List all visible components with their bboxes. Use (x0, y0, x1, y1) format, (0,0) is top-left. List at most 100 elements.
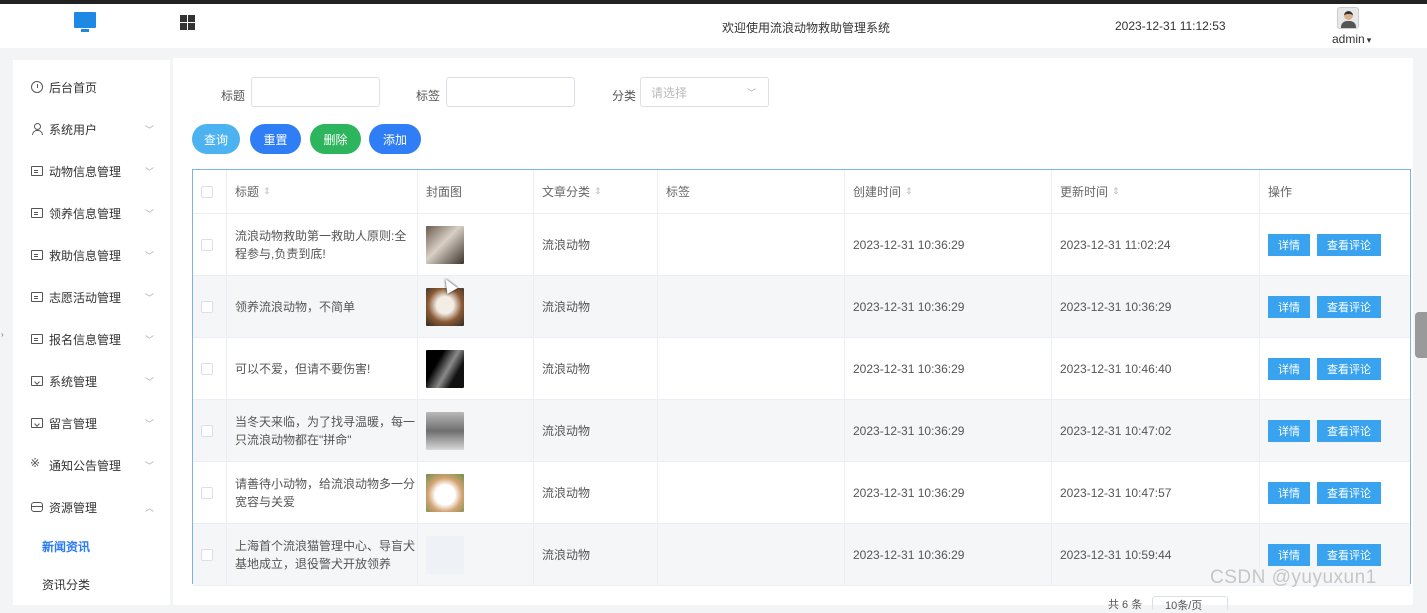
sidebar-item[interactable]: 系统用户 ﹀ (13, 108, 170, 150)
table-cell: 上海首个流浪猫管理中心、导盲犬基地成立，退役警犬开放领养 (227, 524, 418, 585)
tag-filter-input[interactable] (446, 77, 575, 107)
detail-button[interactable]: 详情 (1268, 419, 1310, 442)
user-menu[interactable]: admin ▾ (1332, 32, 1371, 46)
view-comments-button[interactable]: 查看评论 (1317, 295, 1381, 318)
cover-image (426, 225, 464, 264)
table-row[interactable]: 领养流浪动物，不简单 流浪动物 2023-12-31 10:36:29 2023-12… (193, 276, 1410, 338)
article-category: 流浪动物 (542, 548, 591, 562)
created-time: 2023-12-31 10:36:29 (853, 423, 965, 438)
collapse-arrow-icon[interactable]: › (1, 330, 4, 339)
query-button[interactable]: 查询 (192, 124, 240, 154)
sidebar-item[interactable]: 资源管理 ︿ (13, 486, 170, 528)
updated-time: 2023-12-31 10:46:40 (1060, 361, 1172, 376)
cover-image (426, 535, 464, 574)
view-comments-button[interactable]: 查看评论 (1317, 233, 1381, 256)
row-checkbox[interactable] (201, 548, 213, 561)
detail-button[interactable]: 详情 (1268, 481, 1310, 504)
title-filter-input[interactable] (251, 77, 380, 107)
table-cell (658, 338, 845, 399)
card-icon (31, 250, 43, 260)
view-comments-button[interactable]: 查看评论 (1317, 543, 1381, 566)
top-bar: 欢迎使用流浪动物救助管理系统 2023-12-31 11:12:53 admin… (0, 0, 1427, 48)
table-row[interactable]: 流浪动物救助第一救助人原则:全程参与,负责到底! 流浪动物 2023-12-31 1… (193, 214, 1410, 276)
select-all-checkbox[interactable] (201, 185, 213, 198)
table-row[interactable]: 当冬天来临，为了找寻温暖，每一只流浪动物都在"拼命" 流浪动物 2023-12-31… (193, 400, 1410, 462)
article-title: 上海首个流浪猫管理中心、导盲犬基地成立，退役警犬开放领养 (235, 538, 416, 571)
cover-image (426, 349, 464, 388)
view-comments-button[interactable]: 查看评论 (1317, 419, 1381, 442)
sidebar-item[interactable]: 留言管理 ﹀ (13, 402, 170, 444)
card-icon (31, 334, 43, 344)
sun-icon (30, 456, 43, 471)
created-time: 2023-12-31 10:36:29 (853, 361, 965, 376)
row-checkbox[interactable] (201, 300, 213, 313)
monitor-icon[interactable] (74, 12, 96, 32)
watermark: CSDN @yuyuxun1 (1210, 567, 1377, 588)
sidebar-item[interactable]: 报名信息管理 ﹀ (13, 318, 170, 360)
chevron-down-icon: ﹀ (144, 166, 154, 177)
table-cell: 请善待小动物，给流浪动物多一分宽容与关爱 (227, 462, 418, 523)
header-cell[interactable]: 标题 ⇕ (227, 170, 418, 213)
header-cell[interactable] (193, 170, 227, 213)
table-cell: 详情 查看评论 (1260, 214, 1410, 275)
sidebar-item[interactable]: 领养信息管理 ﹀ (13, 192, 170, 234)
delete-button[interactable]: 删除 (310, 124, 361, 154)
header-cell[interactable]: 文章分类 ⇕ (534, 170, 658, 213)
detail-button[interactable]: 详情 (1268, 543, 1310, 566)
sidebar-item[interactable]: 志愿活动管理 ﹀ (13, 276, 170, 318)
sidebar-item[interactable]: 通知公告管理 ﹀ (13, 444, 170, 486)
table-cell: 详情 查看评论 (1260, 400, 1410, 461)
category-filter-label: 分类 (612, 89, 637, 103)
row-checkbox[interactable] (201, 238, 213, 251)
page-size-select[interactable]: 10条/页 (1152, 596, 1228, 612)
table-cell: 流浪动物 (534, 214, 658, 275)
view-comments-button[interactable]: 查看评论 (1317, 357, 1381, 380)
sidebar-subitem[interactable]: 资讯分类 (13, 565, 170, 603)
grid-menu-icon[interactable] (180, 15, 195, 30)
sort-icon[interactable]: ⇕ (594, 186, 602, 197)
detail-button[interactable]: 详情 (1268, 357, 1310, 380)
sidebar-item[interactable]: 系统管理 ﹀ (13, 360, 170, 402)
folder-icon (31, 376, 43, 386)
current-datetime: 2023-12-31 11:12:53 (1115, 19, 1226, 33)
sidebar-subitem-label: 新闻资讯 (42, 539, 91, 554)
header-cell[interactable]: 更新时间 ⇕ (1052, 170, 1260, 213)
created-time: 2023-12-31 10:36:29 (853, 547, 965, 562)
chevron-down-icon: ﹀ (746, 88, 756, 98)
table-cell: 流浪动物 (534, 524, 658, 585)
table-cell (658, 400, 845, 461)
chevron-down-icon: ﹀ (144, 250, 154, 261)
sidebar-item-label: 留言管理 (49, 416, 98, 431)
row-checkbox[interactable] (201, 424, 213, 437)
add-button[interactable]: 添加 (369, 124, 421, 154)
reset-button[interactable]: 重置 (250, 124, 301, 154)
table-cell (418, 524, 534, 585)
table-cell: 流浪动物 (534, 338, 658, 399)
category-select[interactable]: 请选择 ﹀ (640, 77, 769, 107)
sort-icon[interactable]: ⇕ (1112, 186, 1120, 197)
row-checkbox[interactable] (201, 486, 213, 499)
sidebar-item-label: 系统管理 (49, 374, 98, 389)
avatar[interactable] (1337, 7, 1359, 29)
header-cell[interactable]: 创建时间 ⇕ (845, 170, 1052, 213)
sidebar-item[interactable]: 后台首页 (13, 66, 170, 108)
detail-button[interactable]: 详情 (1268, 233, 1310, 256)
side-drawer-tab[interactable] (1415, 312, 1427, 358)
row-checkbox[interactable] (201, 362, 213, 375)
chevron-down-icon: ﹀ (144, 208, 154, 219)
article-title: 领养流浪动物，不简单 (235, 299, 356, 314)
view-comments-button[interactable]: 查看评论 (1317, 481, 1381, 504)
sort-icon[interactable]: ⇕ (905, 186, 913, 197)
sidebar-item[interactable]: 救助信息管理 ﹀ (13, 234, 170, 276)
sidebar-subitem[interactable]: 新闻资讯 (13, 527, 170, 565)
sort-icon[interactable]: ⇕ (263, 186, 271, 197)
table-cell (658, 462, 845, 523)
clock-icon (31, 81, 43, 93)
table-cell: 流浪动物 (534, 276, 658, 337)
article-category: 流浪动物 (542, 424, 591, 438)
table-row[interactable]: 请善待小动物，给流浪动物多一分宽容与关爱 流浪动物 2023-12-31 10:36… (193, 462, 1410, 524)
detail-button[interactable]: 详情 (1268, 295, 1310, 318)
table-row[interactable]: 可以不爱，但请不要伤害! 流浪动物 2023-12-31 10:36:29 2023-… (193, 338, 1410, 400)
sidebar-item-label: 系统用户 (49, 122, 98, 137)
sidebar-item[interactable]: 动物信息管理 ﹀ (13, 150, 170, 192)
